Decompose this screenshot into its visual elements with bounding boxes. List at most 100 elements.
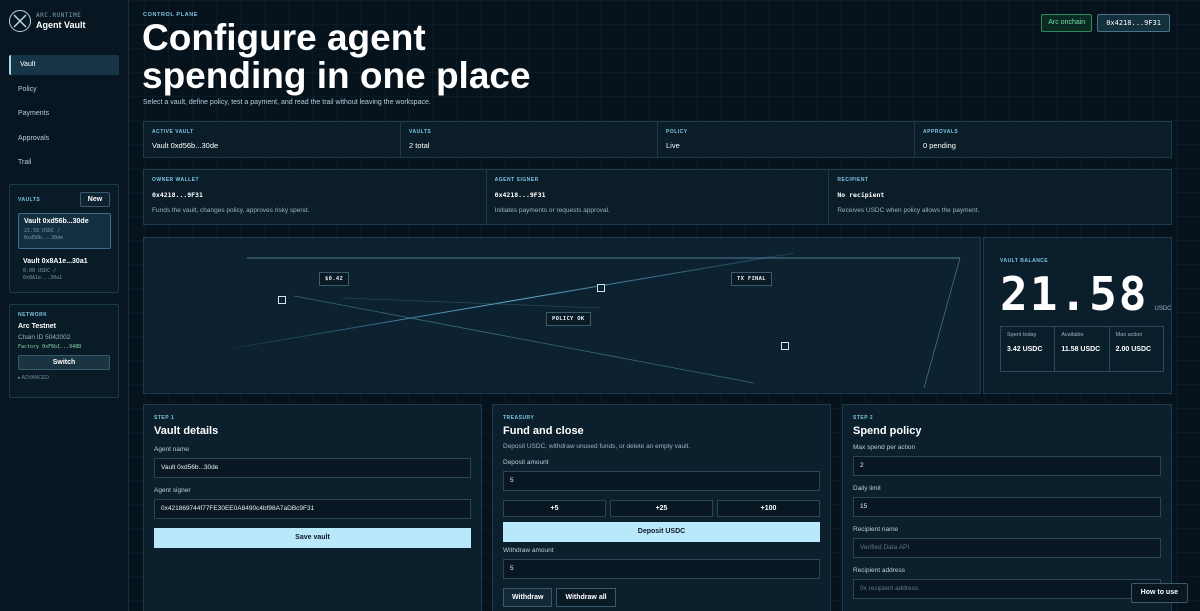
sidebar-item-trail[interactable]: Trail [9, 153, 119, 173]
network-label: NETWORK [18, 312, 48, 318]
switch-network-button[interactable]: Switch [18, 355, 110, 370]
brand-title: Agent Vault [36, 20, 86, 30]
recipient: RECIPIENT No recipient Receives USDC whe… [829, 170, 1171, 224]
tx-final-tag: TX FINAL [731, 272, 772, 286]
vault-balance: 0.00 USDC / [23, 268, 57, 274]
advanced-toggle[interactable]: ▸ ADVANCED [18, 375, 110, 381]
vault-meta: 0.00 USDC / 0x8A1e...30a1 [23, 268, 106, 282]
max-action: Max action 2.00 USDC [1110, 327, 1163, 371]
agent-name-label: Agent name [154, 446, 190, 453]
recipient-name-label: Recipient name [853, 526, 899, 533]
balance-label: VAULT BALANCE [1000, 258, 1049, 264]
vault-list-item[interactable]: Vault 0x8A1e...30a1 0.00 USDC / 0x8A1e..… [18, 254, 111, 290]
card-step: STEP 1 [154, 415, 175, 421]
deposit-amount-label: Deposit amount [503, 459, 549, 466]
spend-policy-card: STEP 2 Spend policy Max spend per action… [842, 404, 1172, 611]
stat-approvals: APPROVALS 0 pending [915, 122, 1171, 157]
brand-eyebrow: ARC.RUNTIME [36, 12, 82, 19]
max-spend-input[interactable]: 2 [853, 456, 1161, 476]
network-status-badge[interactable]: Arc onchain [1041, 14, 1093, 32]
chain-id: Chain ID 5042002 [18, 334, 71, 341]
stat-vaults: VAULTS 2 total [401, 122, 658, 157]
page-title: Configure agent spending in one place [142, 17, 531, 96]
agent-signer-input[interactable]: 0x421869744f77FE30EE0A8490c4bf98A7aDBc9F… [154, 499, 471, 519]
card-step: STEP 2 [853, 415, 874, 421]
wallet-description: Funds the vault, changes policy, approve… [152, 207, 310, 214]
vault-balance-panel: VAULT BALANCE 21.58 USDC Spent today 3.4… [983, 237, 1172, 394]
wallet-label: AGENT SIGNER [494, 177, 539, 183]
wallet-label: RECIPIENT [837, 177, 869, 183]
deposit-usdc-button[interactable]: Deposit USDC [503, 522, 820, 542]
withdraw-all-button[interactable]: Withdraw all [556, 588, 616, 607]
brand[interactable]: ARC.RUNTIME Agent Vault [9, 10, 86, 32]
header-actions: Arc onchain 0x4218...9F31 [1041, 14, 1170, 32]
balance-breakdown: Spent today 3.42 USDC Available 11.58 US… [1000, 326, 1164, 372]
withdraw-amount-input[interactable]: 5 [503, 559, 820, 579]
save-vault-button[interactable]: Save vault [154, 528, 471, 548]
summary-stats: ACTIVE VAULT Vault 0xd56b...30de VAULTS … [143, 121, 1172, 158]
payment-flow-visual: $0.42 POLICY OK TX FINAL [143, 237, 981, 394]
sidebar-item-vault[interactable]: Vault [9, 55, 119, 75]
card-description: Deposit USDC, withdraw unused funds, or … [503, 443, 691, 450]
sidebar-item-payments[interactable]: Payments [9, 104, 119, 124]
metric-value: 3.42 USDC [1007, 346, 1043, 353]
stat-label: POLICY [666, 129, 688, 135]
new-vault-button[interactable]: New [80, 192, 110, 207]
vault-address: 0xd56b...30de [24, 235, 64, 241]
flow-node [781, 342, 789, 350]
network-name: Arc Testnet [18, 323, 56, 330]
metric-label: Max action [1115, 332, 1143, 338]
balance-amount: 21.58 USDC [1000, 267, 1172, 321]
agent-signer-label: Agent signer [154, 487, 191, 494]
sidebar-item-policy[interactable]: Policy [9, 80, 119, 100]
withdraw-button[interactable]: Withdraw [503, 588, 553, 607]
metric-label: Available [1061, 332, 1084, 338]
wallet-description: Receives USDC when policy allows the pay… [837, 207, 980, 214]
quick-add-25-button[interactable]: +25 [610, 500, 713, 517]
wallet-roles: OWNER WALLET 0x4218...9F31 Funds the vau… [143, 169, 1172, 225]
vault-name: Vault 0x8A1e...30a1 [23, 258, 88, 265]
vault-meta: 21.58 USDC / 0xd56b...30de [24, 228, 105, 242]
balance-value: 21.58 [1000, 267, 1149, 321]
max-spend-label: Max spend per action [853, 444, 916, 451]
deposit-amount-input[interactable]: 5 [503, 471, 820, 491]
recipient-address-input[interactable]: 0x recipient address [853, 579, 1161, 599]
spent-today: Spent today 3.42 USDC [1001, 327, 1056, 371]
agent-name-input[interactable]: Vault 0xd56b...30de [154, 458, 471, 478]
vault-name: Vault 0xd56b...30de [24, 218, 89, 225]
stat-value: Live [666, 141, 680, 150]
quick-add-5-button[interactable]: +5 [503, 500, 606, 517]
wallet-address: No recipient [837, 191, 885, 199]
vault-address: 0x8A1e...30a1 [23, 275, 63, 281]
withdraw-actions: Withdraw Withdraw all [503, 588, 820, 607]
wallet-address-button[interactable]: 0x4218...9F31 [1097, 14, 1170, 32]
daily-limit-input[interactable]: 15 [853, 497, 1161, 517]
metric-value: 11.58 USDC [1061, 346, 1101, 353]
daily-limit-label: Daily limit [853, 485, 881, 492]
stat-value: 0 pending [923, 141, 956, 150]
vault-list-item[interactable]: Vault 0xd56b...30de 21.58 USDC / 0xd56b.… [18, 213, 111, 249]
quick-amounts: +5 +25 +100 [503, 500, 820, 517]
treasury-card: TREASURY Fund and close Deposit USDC, wi… [492, 404, 831, 611]
wallet-description: Initiates payments or requests approval. [494, 207, 610, 214]
sidebar-nav: Vault Policy Payments Approvals Trail [9, 55, 119, 178]
stat-value: 2 total [409, 141, 430, 150]
page-subtitle: Select a vault, define policy, test a pa… [143, 99, 431, 106]
flow-node [278, 296, 286, 304]
recipient-name-input[interactable]: Verified Data API [853, 538, 1161, 558]
stat-value: Vault 0xd56b...30de [152, 141, 219, 150]
recipient-address-label: Recipient address [853, 567, 906, 574]
quick-add-100-button[interactable]: +100 [717, 500, 820, 517]
stat-active-vault: ACTIVE VAULT Vault 0xd56b...30de [144, 122, 401, 157]
how-to-use-button[interactable]: How to use [1130, 583, 1188, 603]
amount-tag: $0.42 [319, 272, 350, 286]
network-panel: NETWORK Arc Testnet Chain ID 5042002 Fac… [9, 304, 119, 398]
sidebar-item-approvals[interactable]: Approvals [9, 129, 119, 149]
metric-value: 2.00 USDC [1115, 346, 1152, 353]
balance-unit: USDC [1154, 306, 1172, 312]
logo-icon [9, 10, 31, 32]
stat-label: ACTIVE VAULT [152, 129, 194, 135]
agent-signer: AGENT SIGNER 0x4218...9F31 Initiates pay… [487, 170, 830, 224]
stat-policy: POLICY Live [658, 122, 915, 157]
vaults-panel: VAULTS New Vault 0xd56b...30de 21.58 USD… [9, 184, 119, 293]
